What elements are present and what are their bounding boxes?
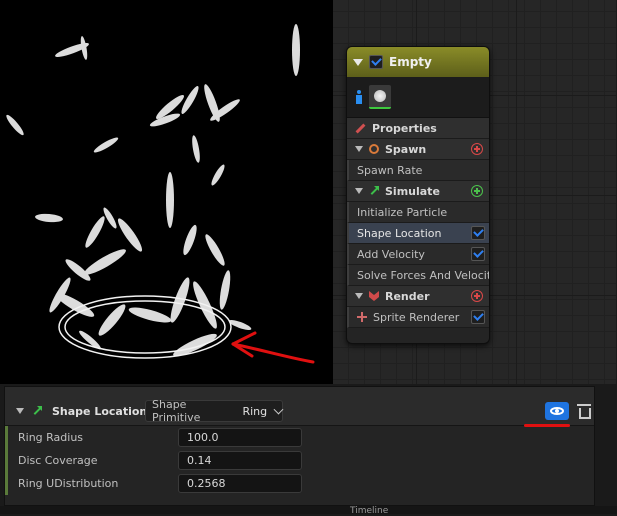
- render-section[interactable]: Render: [347, 286, 489, 307]
- module-sprite-renderer[interactable]: Sprite Renderer: [347, 307, 489, 328]
- timeline-tab[interactable]: Timeline: [350, 506, 388, 516]
- bottom-tab-strip: Timeline: [0, 506, 617, 516]
- collapse-arrow-icon[interactable]: [353, 58, 363, 66]
- disc-coverage-input[interactable]: 0.14: [178, 451, 302, 470]
- module-shape-location[interactable]: Shape Location: [347, 223, 489, 244]
- spawn-label: Spawn: [385, 142, 427, 156]
- ring-udistribution-input[interactable]: 0.2568: [178, 474, 302, 493]
- particle-preview-viewport[interactable]: [0, 0, 333, 384]
- simulate-section[interactable]: Simulate: [347, 181, 489, 202]
- module-details-panel: Shape Location Shape Primitive Ring Ring…: [4, 386, 595, 506]
- visualize-toggle-button[interactable]: [545, 402, 569, 420]
- module-label: Shape Location: [357, 226, 442, 240]
- spawn-section[interactable]: Spawn: [347, 139, 489, 160]
- sprite-thumbnail-icon[interactable]: [369, 85, 391, 109]
- shape-primitive-label: Shape Primitive: [152, 398, 201, 424]
- collapse-arrow-icon[interactable]: [355, 146, 363, 152]
- spawn-icon: [369, 144, 379, 154]
- shape-primitive-value: Ring: [242, 404, 268, 418]
- add-simulate-module-icon[interactable]: [471, 185, 483, 197]
- module-label: Initialize Particle: [357, 205, 448, 219]
- properties-section[interactable]: Properties: [347, 118, 489, 139]
- simulate-icon: [369, 186, 379, 196]
- module-initialize-particle[interactable]: Initialize Particle: [347, 202, 489, 223]
- module-solve-forces[interactable]: Solve Forces And Velocity: [347, 265, 489, 286]
- chevron-down-icon: [273, 404, 284, 414]
- sprite-renderer-icon: [357, 312, 367, 322]
- eye-icon: [550, 407, 564, 415]
- module-enabled-checkbox[interactable]: [471, 226, 485, 240]
- prop-label: Ring UDistribution: [18, 477, 119, 490]
- module-spawn-rate[interactable]: Spawn Rate: [347, 160, 489, 181]
- add-render-module-icon[interactable]: [471, 290, 483, 302]
- prop-label: Disc Coverage: [18, 454, 98, 467]
- emitter-title: Empty: [389, 55, 432, 69]
- module-label: Add Velocity: [357, 247, 425, 261]
- render-icon: [369, 291, 379, 301]
- add-spawn-module-icon[interactable]: [471, 143, 483, 155]
- collapse-arrow-icon[interactable]: [16, 408, 24, 414]
- simulate-label: Simulate: [385, 184, 440, 198]
- details-header: Shape Location Shape Primitive Ring: [5, 387, 594, 426]
- module-add-velocity[interactable]: Add Velocity: [347, 244, 489, 265]
- module-label: Sprite Renderer: [373, 310, 460, 324]
- simulate-icon: [32, 406, 42, 416]
- pencil-icon: [355, 123, 366, 133]
- properties-label: Properties: [372, 121, 437, 135]
- collapse-arrow-icon[interactable]: [355, 188, 363, 194]
- ring-radius-input[interactable]: 100.0: [178, 428, 302, 447]
- shape-primitive-dropdown[interactable]: Shape Primitive Ring: [145, 398, 284, 424]
- prop-disc-coverage: Disc Coverage 0.14: [5, 449, 594, 472]
- collapse-arrow-icon[interactable]: [355, 293, 363, 299]
- prop-ring-radius: Ring Radius 100.0: [5, 426, 594, 449]
- emitter-header[interactable]: Empty: [347, 47, 489, 77]
- person-icon[interactable]: [355, 90, 363, 104]
- emitter-enabled-checkbox[interactable]: [369, 55, 383, 69]
- module-label: Spawn Rate: [357, 163, 423, 177]
- emitter-node[interactable]: Empty Properties Spawn Spawn Rate Simula…: [346, 46, 490, 344]
- module-label: Solve Forces And Velocity: [357, 268, 490, 282]
- module-enabled-checkbox[interactable]: [471, 310, 485, 324]
- module-enabled-checkbox[interactable]: [471, 247, 485, 261]
- prop-label: Ring Radius: [18, 431, 84, 444]
- module-title: Shape Location: [52, 405, 148, 418]
- emitter-thumbnails: [347, 77, 489, 118]
- particle-preview-art: [6, 24, 315, 364]
- prop-ring-udistribution: Ring UDistribution 0.2568: [5, 472, 594, 495]
- render-label: Render: [385, 289, 430, 303]
- trash-icon[interactable]: [577, 403, 591, 419]
